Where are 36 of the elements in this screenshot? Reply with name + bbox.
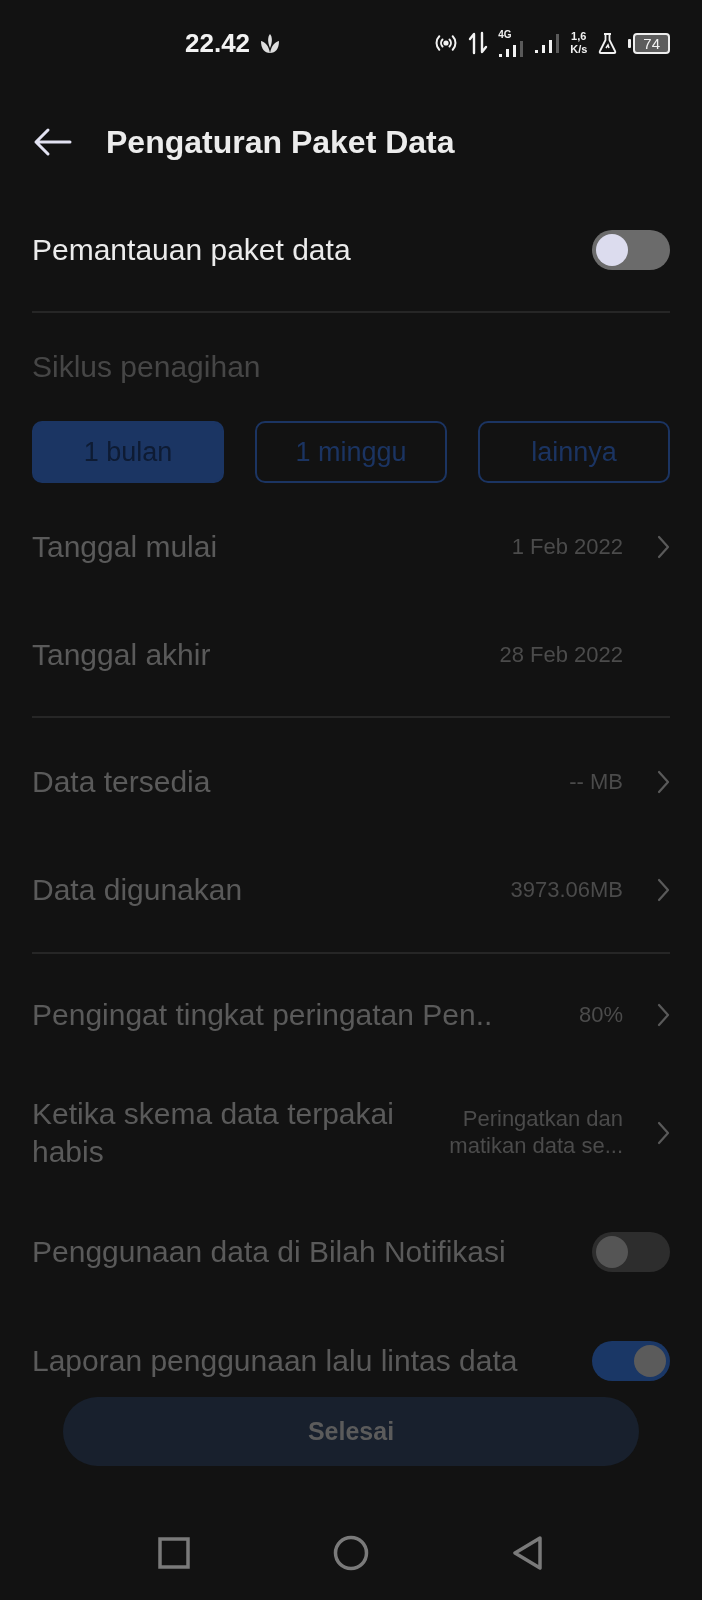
setting-label: Penggunaan data di Bilah Notifikasi <box>32 1234 507 1271</box>
data-arrows-icon <box>468 31 489 55</box>
signal-bars-icon <box>498 39 525 57</box>
network-speed-unit: K/s <box>570 43 588 56</box>
back-button[interactable] <box>32 127 72 157</box>
chevron-right-icon <box>657 770 670 794</box>
chevron-right-icon <box>657 878 670 902</box>
setting-value: 1 Feb 2022 <box>511 533 623 561</box>
toggle-switch[interactable] <box>592 230 670 270</box>
setting-value: -- MB <box>569 768 623 796</box>
chevron-right-icon <box>657 1120 670 1145</box>
back-triangle-icon[interactable] <box>512 1535 544 1570</box>
back-arrow-icon <box>32 127 72 157</box>
setting-label: Ketika skema data terpakai habis <box>32 1096 395 1170</box>
setting-value: Peringatkan dan matikan data se... <box>448 1105 623 1160</box>
setting-value: 3973.06MB <box>510 876 623 904</box>
network-type-label: 4G <box>498 29 512 40</box>
chevron-right-icon <box>657 1003 670 1027</box>
home-icon[interactable] <box>333 1534 369 1571</box>
signal-bars-icon <box>534 32 561 54</box>
setting-label: Tanggal mulai <box>32 529 219 566</box>
recent-apps-icon[interactable] <box>158 1536 190 1569</box>
setting-value: 80% <box>578 1001 623 1029</box>
setting-value: 28 Feb 2022 <box>499 641 623 669</box>
setting-label: Pemantauan paket data <box>32 232 351 269</box>
setting-label: Tanggal akhir <box>32 637 212 674</box>
setting-label: Laporan penggunaan lalu lintas data <box>32 1343 519 1380</box>
setting-label: Data tersedia <box>32 764 212 801</box>
status-time: 22.42 <box>185 26 251 60</box>
flask-icon <box>597 31 619 55</box>
chevron-right-icon <box>657 535 670 559</box>
setting-label: Data digunakan <box>32 872 244 909</box>
setting-label: Pengingat tingkat peringatan Pen.. <box>32 997 494 1034</box>
page-title: Pengaturan Paket Data <box>106 122 455 162</box>
battery-indicator: 74 <box>628 32 670 54</box>
network-speed-value: 1,6 <box>570 30 588 43</box>
